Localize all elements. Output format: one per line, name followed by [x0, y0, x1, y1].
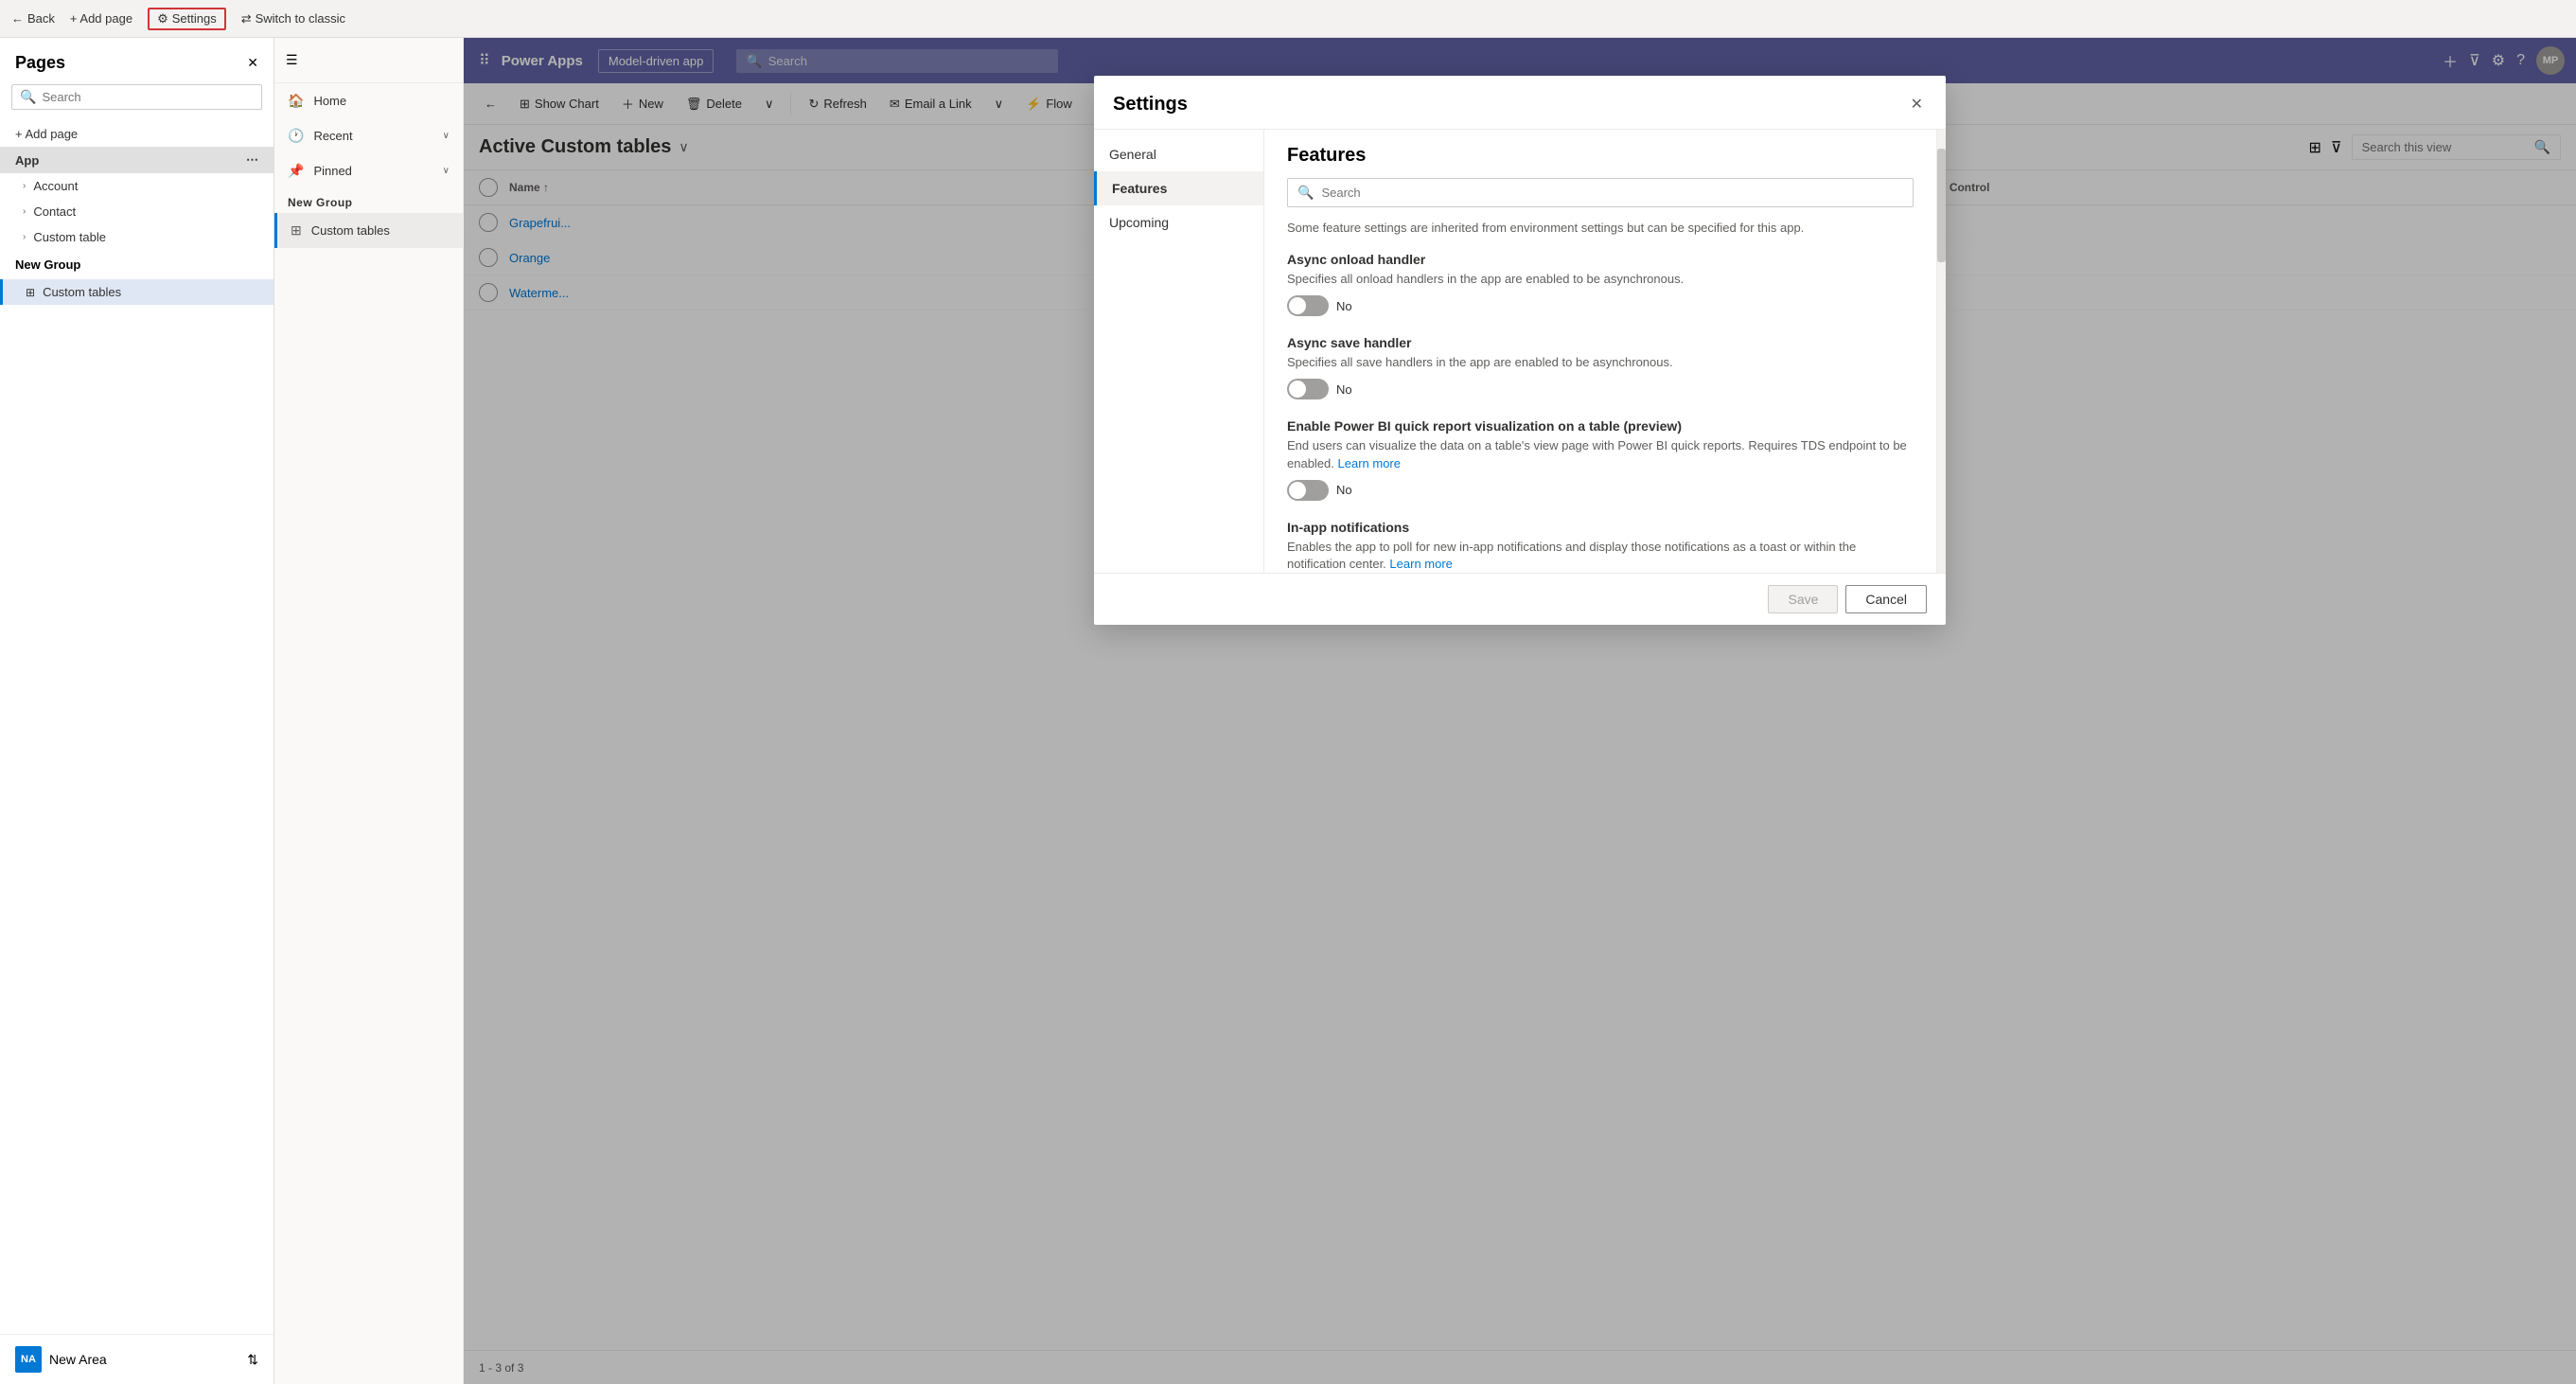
dialog-nav-upcoming[interactable]: Upcoming — [1094, 205, 1263, 240]
back-button[interactable]: ← Back — [11, 11, 55, 26]
pages-title: Pages — [15, 53, 65, 73]
dialog-search-input[interactable] — [1321, 186, 1903, 200]
new-group-nav-label: New Group — [274, 188, 463, 213]
dialog-header: Settings ✕ — [1094, 76, 1946, 130]
dialog-content: Features 🔍 Some feature settings are inh… — [1264, 130, 1936, 573]
settings-dialog: Settings ✕ General Features Up — [1094, 76, 1946, 625]
toggle-row-2: No — [1287, 379, 1914, 399]
content-area: ⠿ Power Apps Model-driven app 🔍 ＋ ⊽ ⚙ ? … — [464, 38, 2576, 1384]
feature-title-3: Enable Power BI quick report visualizati… — [1287, 418, 1914, 434]
dialog-body: General Features Upcoming Features 🔍 — [1094, 130, 1946, 573]
feature-desc-3: End users can visualize the data on a ta… — [1287, 437, 1914, 471]
toggle-label-2: No — [1336, 382, 1352, 397]
hamburger-icon[interactable]: ☰ — [286, 52, 298, 68]
powerbi-learn-more-link[interactable]: Learn more — [1338, 456, 1401, 470]
home-icon: 🏠 — [288, 93, 304, 109]
feature-title-1: Async onload handler — [1287, 252, 1914, 267]
settings-icon: ⚙ — [157, 11, 168, 27]
chevron-right-icon: › — [23, 181, 26, 191]
pages-search-input[interactable] — [42, 90, 254, 104]
nav-sidebar-header[interactable]: ☰ — [274, 38, 463, 83]
dialog-overlay: Settings ✕ General Features Up — [464, 38, 2576, 1384]
chevron-right-icon: › — [23, 232, 26, 242]
pages-nav-custom-table[interactable]: › Custom table — [0, 224, 273, 250]
settings-browser-button[interactable]: ⚙ Settings — [148, 8, 226, 30]
feature-title-4: In-app notifications — [1287, 520, 1914, 535]
feature-async-onload: Async onload handler Specifies all onloa… — [1287, 252, 1914, 316]
dialog-title: Settings — [1113, 94, 1188, 115]
nav-item-pinned[interactable]: 📌 Pinned ∨ — [274, 153, 463, 188]
dialog-close-button[interactable]: ✕ — [1907, 91, 1927, 117]
close-icon: ✕ — [1911, 97, 1923, 113]
feature-desc-2: Specifies all save handlers in the app a… — [1287, 354, 1914, 371]
toggle-row-3: No — [1287, 480, 1914, 501]
recent-chevron-icon: ∨ — [443, 131, 450, 141]
notifications-learn-more-link[interactable]: Learn more — [1389, 557, 1452, 571]
area-chevron-icon[interactable]: ⇅ — [247, 1352, 258, 1368]
pages-nav-app[interactable]: App ⋯ — [0, 147, 273, 173]
dialog-nav-features[interactable]: Features — [1094, 171, 1263, 205]
table-icon: ⊞ — [26, 286, 35, 299]
app-item-label: App — [15, 153, 39, 168]
pinned-chevron-icon: ∨ — [443, 166, 450, 176]
pages-nav-contact[interactable]: › Contact — [0, 199, 273, 224]
main-layout: Pages ✕ 🔍 + Add page App ⋯ › Account › C… — [0, 38, 2576, 1384]
dialog-content-title: Features — [1287, 145, 1914, 167]
toggle-row-1: No — [1287, 295, 1914, 316]
nav-item-custom-tables[interactable]: ⊞ Custom tables — [274, 213, 463, 248]
nav-item-recent[interactable]: 🕐 Recent ∨ — [274, 118, 463, 153]
dialog-nav: General Features Upcoming — [1094, 130, 1264, 573]
dialog-info-text: Some feature settings are inherited from… — [1287, 221, 1914, 235]
chevron-right-icon: › — [23, 206, 26, 217]
custom-tables-icon: ⊞ — [291, 222, 302, 239]
add-page-browser-button[interactable]: + Add page — [70, 11, 132, 26]
switch-icon: ⇄ — [241, 11, 252, 27]
toggle-async-save[interactable] — [1287, 379, 1329, 399]
back-arrow-icon: ← — [11, 11, 24, 26]
feature-desc-1: Specifies all onload handlers in the app… — [1287, 271, 1914, 288]
close-pages-icon[interactable]: ✕ — [247, 55, 258, 71]
pages-footer: NA New Area ⇅ — [0, 1334, 273, 1384]
save-button[interactable]: Save — [1768, 585, 1838, 613]
pages-sidebar: Pages ✕ 🔍 + Add page App ⋯ › Account › C… — [0, 38, 274, 1384]
new-area-badge: NA — [15, 1346, 42, 1373]
feature-async-save: Async save handler Specifies all save ha… — [1287, 335, 1914, 399]
search-icon: 🔍 — [20, 89, 36, 105]
dialog-search-icon: 🔍 — [1297, 185, 1314, 201]
pages-nav-custom-tables[interactable]: ⊞ Custom tables — [0, 279, 273, 305]
feature-inapp-notifications: In-app notifications Enables the app to … — [1287, 520, 1914, 573]
dialog-scrollbar[interactable] — [1936, 130, 1946, 573]
cancel-button[interactable]: Cancel — [1845, 585, 1927, 613]
pages-header: Pages ✕ — [0, 38, 273, 84]
feature-desc-4: Enables the app to poll for new in-app n… — [1287, 539, 1914, 573]
feature-powerbi: Enable Power BI quick report visualizati… — [1287, 418, 1914, 500]
nav-sidebar: ☰ 🏠 Home 🕐 Recent ∨ 📌 Pinned ∨ New Group… — [274, 38, 464, 1384]
recent-icon: 🕐 — [288, 128, 304, 144]
dialog-scrollbar-thumb[interactable] — [1937, 149, 1946, 262]
feature-title-2: Async save handler — [1287, 335, 1914, 350]
pages-nav-account[interactable]: › Account — [0, 173, 273, 199]
more-icon[interactable]: ⋯ — [246, 152, 258, 168]
dialog-search-box[interactable]: 🔍 — [1287, 178, 1914, 207]
toggle-label-1: No — [1336, 299, 1352, 313]
new-group-label: New Group — [0, 250, 273, 279]
toggle-label-3: No — [1336, 483, 1352, 497]
pages-search-box[interactable]: 🔍 — [11, 84, 262, 110]
add-page-button[interactable]: + Add page — [0, 121, 273, 147]
toggle-powerbi[interactable] — [1287, 480, 1329, 501]
browser-bar: ← Back + Add page ⚙ Settings ⇄ Switch to… — [0, 0, 2576, 38]
dialog-nav-general[interactable]: General — [1094, 137, 1263, 171]
switch-classic-button[interactable]: ⇄ Switch to classic — [241, 11, 345, 27]
pinned-icon: 📌 — [288, 163, 304, 179]
nav-item-home[interactable]: 🏠 Home — [274, 83, 463, 118]
dialog-footer: Save Cancel — [1094, 573, 1946, 625]
toggle-async-onload[interactable] — [1287, 295, 1329, 316]
